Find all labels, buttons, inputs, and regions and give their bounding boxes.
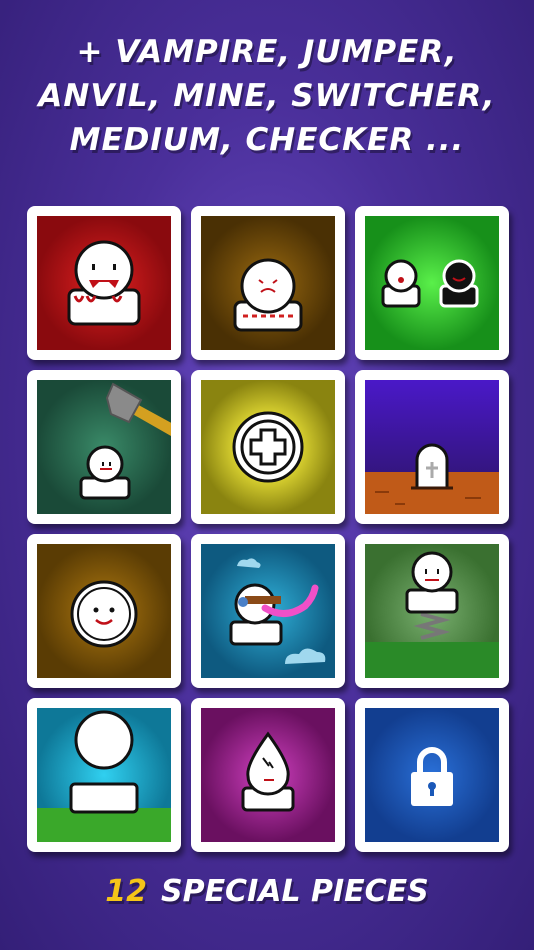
switcher-piece-icon bbox=[365, 216, 499, 350]
giant-piece-icon bbox=[37, 708, 171, 842]
tongue-piece-icon bbox=[201, 544, 335, 678]
pieces-label: SPECIAL PIECES bbox=[160, 874, 429, 909]
piece-tile-jumper[interactable] bbox=[355, 534, 509, 688]
jumper-piece-icon bbox=[365, 544, 499, 678]
anvil-piece-icon bbox=[201, 216, 335, 350]
padlock-icon bbox=[365, 708, 499, 842]
piece-tile-vampire[interactable] bbox=[27, 206, 181, 360]
headline-line-1: + VAMPIRE, JUMPER, bbox=[76, 34, 458, 70]
piece-tile-coin[interactable] bbox=[27, 534, 181, 688]
pieces-count: 12 bbox=[105, 874, 147, 909]
piece-tile-switcher[interactable] bbox=[355, 206, 509, 360]
grave-piece-icon bbox=[365, 380, 499, 514]
vampire-piece-icon bbox=[37, 216, 171, 350]
special-pieces-caption: 12 SPECIAL PIECES bbox=[0, 874, 534, 909]
piece-tile-locked[interactable] bbox=[355, 698, 509, 852]
piece-tile-flame[interactable] bbox=[191, 698, 345, 852]
headline-line-2: ANVIL, MINE, SWITCHER, bbox=[38, 78, 496, 114]
piece-tile-anvil[interactable] bbox=[191, 206, 345, 360]
headline: + VAMPIRE, JUMPER, ANVIL, MINE, SWITCHER… bbox=[0, 30, 534, 162]
pieces-grid bbox=[27, 206, 509, 852]
piece-tile-hammer[interactable] bbox=[27, 370, 181, 524]
flame-piece-icon bbox=[201, 708, 335, 842]
medic-piece-icon bbox=[201, 380, 335, 514]
piece-tile-tongue[interactable] bbox=[191, 534, 345, 688]
coin-piece-icon bbox=[37, 544, 171, 678]
piece-tile-giant[interactable] bbox=[27, 698, 181, 852]
hammer-piece-icon bbox=[37, 380, 171, 514]
headline-line-3: MEDIUM, CHECKER ... bbox=[69, 122, 465, 158]
piece-tile-medic[interactable] bbox=[191, 370, 345, 524]
piece-tile-grave[interactable] bbox=[355, 370, 509, 524]
